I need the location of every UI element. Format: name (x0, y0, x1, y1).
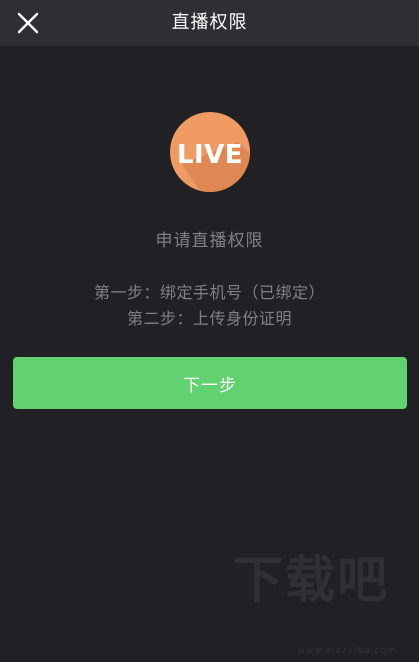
page-title: 直播权限 (171, 12, 248, 33)
step-item: 第二步：上传身份证明 (126, 309, 292, 328)
live-badge-text: LIVE (177, 140, 243, 170)
next-button[interactable]: 下一步 (13, 357, 407, 409)
watermark-url: www.xiazaiba.com (297, 646, 397, 656)
apply-title: 申请直播权限 (155, 231, 264, 251)
live-badge: LIVE (170, 112, 250, 192)
live-badge-icon: LIVE (170, 112, 250, 192)
nav-bar: 直播权限 (0, 0, 419, 46)
steps-list: 第一步：绑定手机号（已绑定） 第二步：上传身份证明 (0, 280, 419, 332)
watermark: 下载吧 www.xiazaiba.com (233, 551, 411, 658)
watermark-text: 下载吧 (233, 551, 389, 609)
step-item: 第一步：绑定手机号（已绑定） (93, 283, 325, 302)
